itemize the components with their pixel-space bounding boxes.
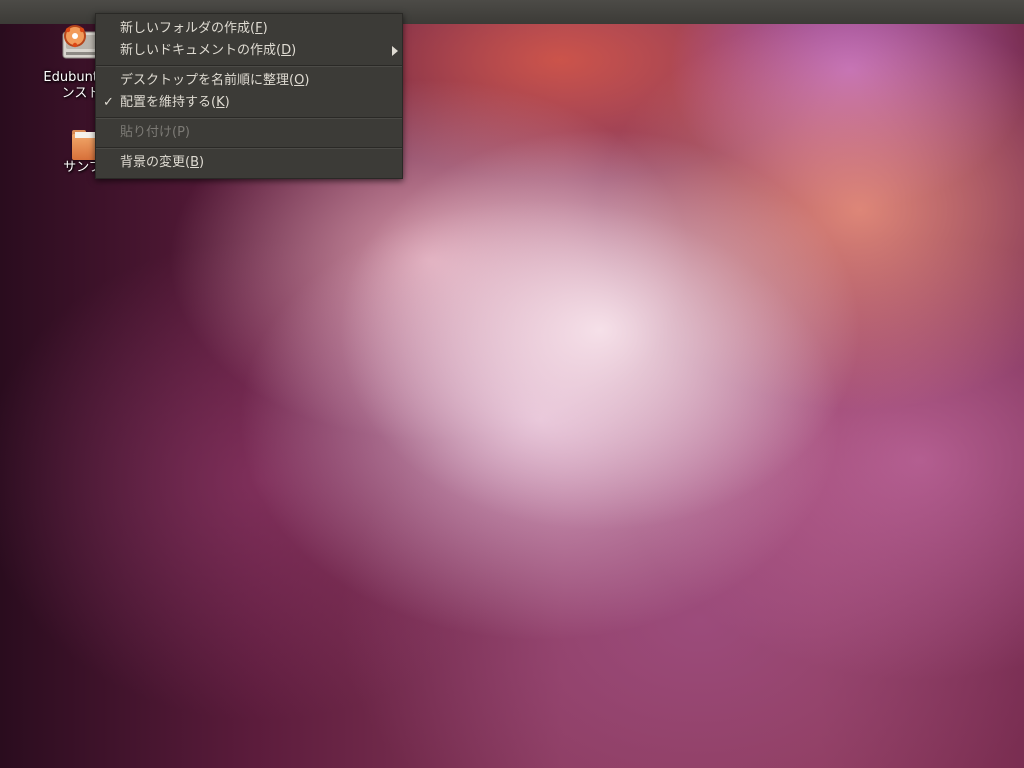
menu-item-label: 背景の変更( [120,155,191,170]
menu-item-keep-aligned[interactable]: ✓ 配置を維持する(K) [96,92,402,114]
menu-item-suffix: ) [199,155,205,170]
menu-item-label: 貼り付け(P) [120,125,190,140]
menu-separator [96,117,402,119]
menu-separator [96,147,402,149]
menu-item-suffix: ) [224,95,230,110]
menu-item-mnemonic: D [281,43,292,58]
menu-item-new-folder[interactable]: 新しいフォルダの作成(F) [96,18,402,40]
menu-item-new-document[interactable]: 新しいドキュメントの作成(D) [96,40,402,62]
menu-item-label: 新しいフォルダの作成( [120,21,256,36]
submenu-arrow-icon [392,46,398,56]
menu-item-change-background[interactable]: 背景の変更(B) [96,152,402,174]
menu-item-label: 新しいドキュメントの作成( [120,43,282,58]
menu-item-mnemonic: B [190,155,199,170]
desktop-context-menu: 新しいフォルダの作成(F) 新しいドキュメントの作成(D) デスクトップを名前順… [95,13,403,179]
menu-item-mnemonic: F [255,21,263,36]
menu-item-suffix: ) [262,21,268,36]
menu-item-paste[interactable]: 貼り付け(P) [96,122,402,144]
desktop[interactable]: Edubuntu 1 ンスト サンプル 新しいフォルダの作成(F) 新しいドキュ… [0,0,1024,768]
menu-item-label: デスクトップを名前順に整理( [120,73,295,88]
menu-separator [96,65,402,67]
menu-item-mnemonic: K [216,95,225,110]
menu-item-suffix: ) [304,73,310,88]
checkmark-icon: ✓ [103,95,114,110]
menu-item-suffix: ) [291,43,297,58]
menu-item-mnemonic: O [294,73,305,88]
menu-item-arrange-by-name[interactable]: デスクトップを名前順に整理(O) [96,70,402,92]
menu-item-label: 配置を維持する( [120,95,217,110]
